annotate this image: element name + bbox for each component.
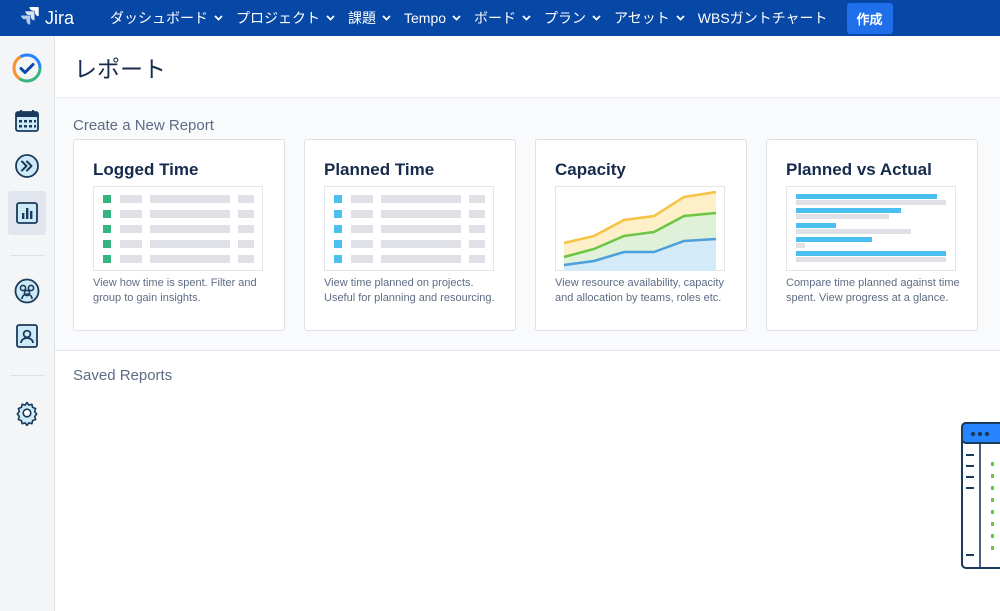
nav-item-issues[interactable]: 課題 xyxy=(348,8,391,28)
nav-item-plans[interactable]: プラン xyxy=(544,8,601,28)
card-description: View resource availability, capacity and… xyxy=(555,277,724,304)
nav-item-tempo[interactable]: Tempo xyxy=(404,10,461,26)
capacity-preview xyxy=(555,186,725,271)
sidebar-divider xyxy=(10,375,45,376)
create-button[interactable]: 作成 xyxy=(846,2,893,34)
calendar-icon[interactable] xyxy=(8,101,46,141)
nav-item-label: ボード xyxy=(474,10,517,26)
chevron-down-icon xyxy=(676,15,685,21)
nav-item-label: Tempo xyxy=(404,10,447,26)
card-title: Planned vs Actual xyxy=(786,160,932,179)
chevron-down-icon xyxy=(592,15,601,21)
jira-logo[interactable]: Jira xyxy=(20,6,110,31)
nav-item-dashboards[interactable]: ダッシュボード xyxy=(110,8,223,28)
chevron-down-icon xyxy=(326,15,335,21)
jira-logo-text: Jira xyxy=(45,7,75,28)
report-card-planned-vs-actual[interactable]: Planned vs Actual Compare time planned a… xyxy=(766,139,978,331)
chevron-down-icon xyxy=(214,15,223,21)
jira-logo-icon xyxy=(20,6,40,31)
planned-time-preview xyxy=(324,186,494,271)
nav-item-wbs-gantt[interactable]: WBSガントチャート xyxy=(698,8,828,28)
user-icon[interactable] xyxy=(8,316,46,356)
reports-icon[interactable] xyxy=(8,191,46,235)
card-description: Compare time planned against time spent.… xyxy=(786,277,960,304)
chevron-down-icon xyxy=(452,15,461,21)
card-description: View how time is spent. Filter and group… xyxy=(93,277,257,304)
card-description: View time planned on projects. Useful fo… xyxy=(324,277,495,304)
nav-item-assets[interactable]: アセット xyxy=(614,8,685,28)
nav-item-boards[interactable]: ボード xyxy=(474,8,531,28)
planned-vs-actual-preview xyxy=(786,186,956,271)
nav-item-label: プロジェクト xyxy=(236,10,320,26)
chevron-down-icon xyxy=(522,15,531,21)
main-content: レポート Create a New Report Logged Time Vie… xyxy=(55,36,1000,611)
report-card-capacity[interactable]: Capacity View resource availability, cap… xyxy=(535,139,747,331)
top-navigation: Jira ダッシュボード プロジェクト 課題 Tempo ボード プラン アセッ… xyxy=(0,0,1000,36)
chevron-down-icon xyxy=(382,15,391,21)
saved-section-label: Saved Reports xyxy=(73,367,173,384)
forward-icon[interactable] xyxy=(8,146,46,186)
page-title: レポート xyxy=(74,55,166,82)
nav-item-label: プラン xyxy=(544,10,587,26)
create-section-label: Create a New Report xyxy=(73,117,214,134)
nav-item-label: WBSガントチャート xyxy=(697,10,828,26)
teams-icon[interactable] xyxy=(8,271,46,311)
sidebar xyxy=(0,36,55,611)
card-title: Capacity xyxy=(555,160,626,179)
card-title: Planned Time xyxy=(324,160,435,179)
create-report-section: Create a New Report Logged Time View how… xyxy=(55,98,1000,351)
nav-item-label: アセット xyxy=(614,10,670,26)
page-header: レポート xyxy=(55,36,1000,98)
gear-icon[interactable] xyxy=(8,393,46,433)
nav-item-label: ダッシュボード xyxy=(110,10,208,26)
report-card-logged-time[interactable]: Logged Time View how time is spent. Filt xyxy=(73,139,285,331)
sidebar-divider xyxy=(10,255,45,256)
card-title: Logged Time xyxy=(93,160,199,179)
logged-time-preview xyxy=(93,186,263,271)
tempo-logo-icon[interactable] xyxy=(8,48,46,88)
report-card-planned-time[interactable]: Planned Time View time planned on projec xyxy=(304,139,516,331)
saved-reports-section: Saved Reports xyxy=(55,351,1000,610)
nav-item-projects[interactable]: プロジェクト xyxy=(236,8,335,28)
gantt-widget-icon[interactable] xyxy=(961,422,1000,569)
nav-item-label: 課題 xyxy=(348,10,376,26)
